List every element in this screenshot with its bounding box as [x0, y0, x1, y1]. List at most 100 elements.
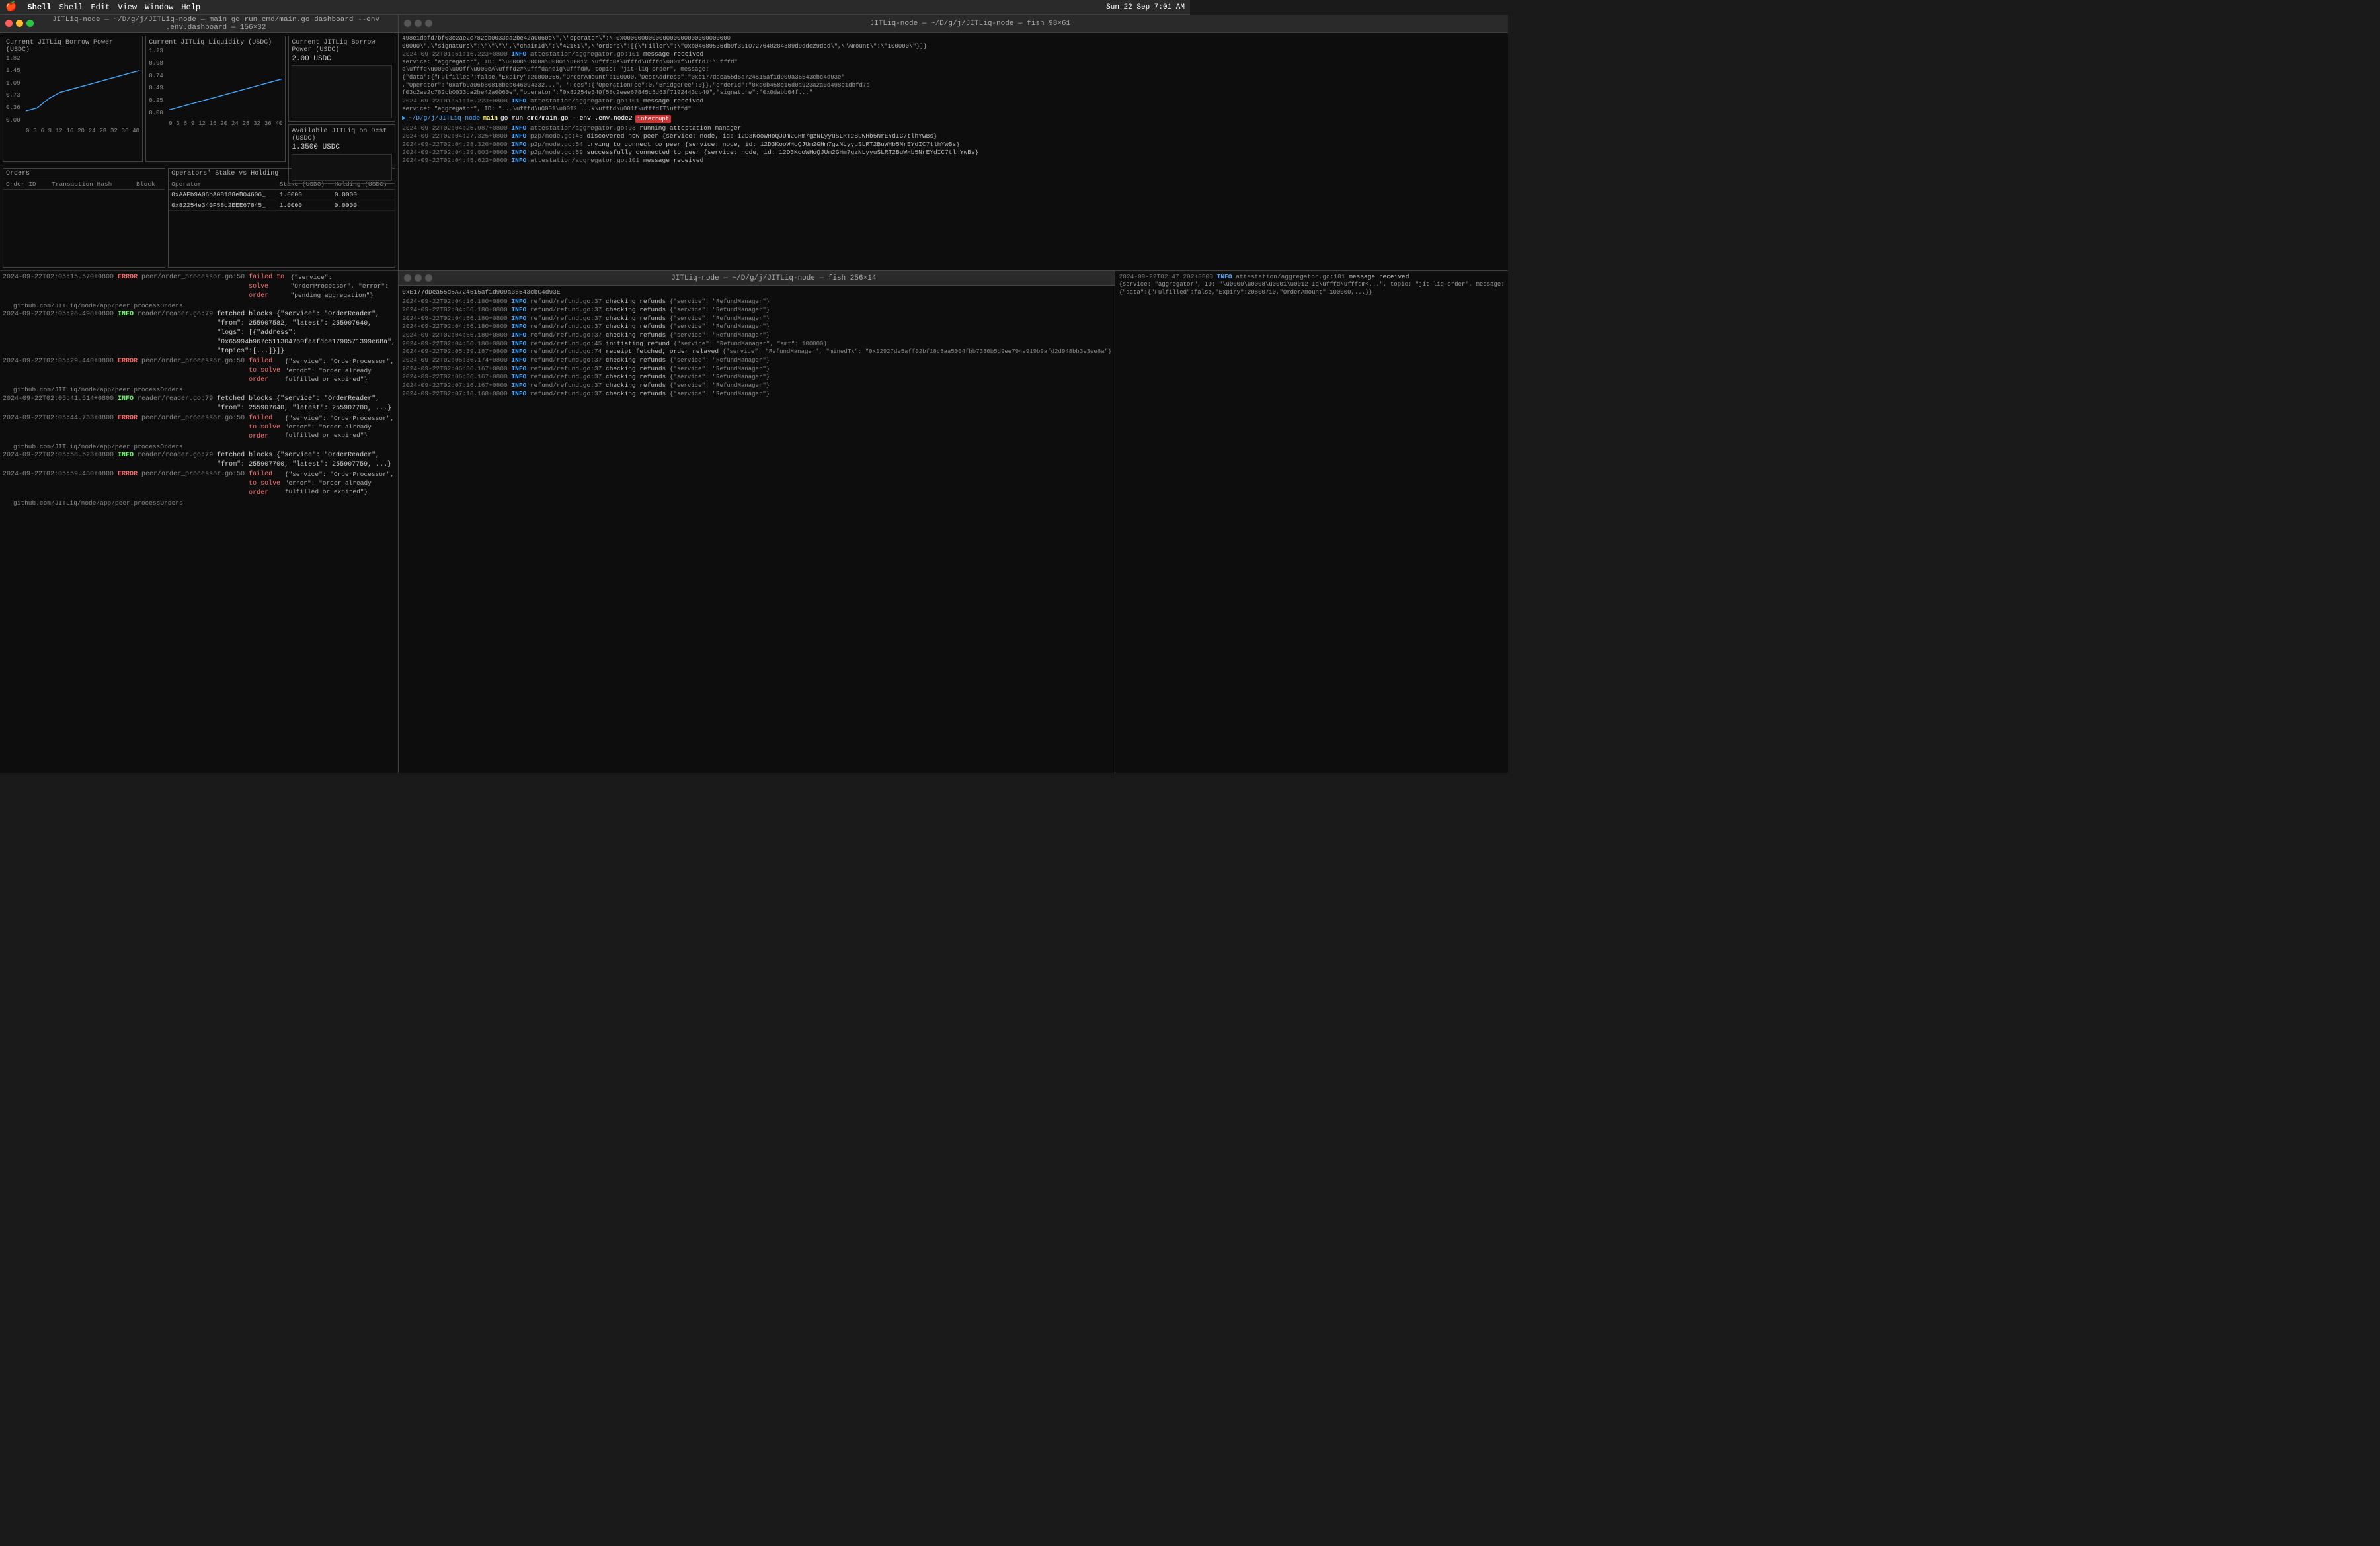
rbl-level: INFO [511, 306, 530, 313]
rbl-detail: {"service": "RefundManager"} [670, 374, 770, 380]
refund-log-line: 2024-09-22T02:04:56.180+0800 INFO refund… [402, 315, 1111, 323]
orders-table: Order ID Transaction Hash Block [3, 179, 165, 190]
right-window-title: JITLiq-node — ~/D/g/j/JITLiq-node — fish… [438, 20, 1503, 28]
br-msg: message received [1349, 273, 1409, 280]
minimize-button[interactable] [16, 20, 23, 27]
hex-line: 00000\",\"signature\":\"\"\"\",\"chainId… [402, 43, 1505, 51]
table-row: 0x82254e340F58c2EEE67845_ 1.0000 0.0000 [169, 200, 395, 211]
charts-area: Current JITLiq Borrow Power (USDC) 1.821… [0, 33, 398, 165]
rlog-level: INFO [511, 149, 530, 156]
rlog-src: attestation/aggregator.go:101 [530, 157, 643, 164]
col-operator: Operator [169, 179, 277, 190]
rlog-level: INFO [511, 132, 530, 140]
rbl-src: refund/refund.go:37 [530, 356, 606, 364]
app-name[interactable]: Shell [27, 3, 51, 12]
log-line: 2024-09-22T02:05:41.514+0800 INFO reader… [3, 395, 395, 413]
rlog-source: attestation/aggregator.go:101 [530, 50, 643, 58]
log-detail: {"service": "OrderProcessor", "error": "… [285, 470, 395, 498]
rlog-ts: 2024-09-22T02:04:28.326+0800 [402, 141, 511, 148]
chart2-title: Current JITLiq Liquidity (USDC) [149, 39, 282, 46]
rbl-level: INFO [511, 365, 530, 372]
rbl-detail: {"service": "RefundManager"} [670, 382, 770, 389]
menu-view[interactable]: View [118, 3, 137, 12]
right-minimize-button[interactable] [415, 20, 422, 27]
refund-log-line: 2024-09-22T02:04:16.180+0800 INFO refund… [402, 298, 1111, 306]
rbl-detail: {"service": "RefundManager"} [670, 298, 770, 305]
right-log-entry: f03c2ae2c782cb0033ca2be42a0060e","operat… [402, 89, 1505, 97]
rlog-msg: successfully connected to peer {service:… [586, 149, 978, 156]
chart-liquidity: Current JITLiq Liquidity (USDC) 1.230.98… [145, 36, 286, 162]
log-msg: failed to solve order [249, 470, 281, 498]
menu-shell[interactable]: Shell [59, 3, 83, 12]
rlog-level: INFO [511, 141, 530, 148]
log-msg: failed to solve order [249, 414, 281, 442]
refund-log-line: 2024-09-22T02:06:36.174+0800 INFO refund… [402, 356, 1111, 365]
col-block: Block [134, 179, 165, 190]
bl-traffic-lights [404, 274, 432, 282]
bottom-left-titlebar: JITLiq-node — ~/D/g/j/JITLiq-node — fish… [399, 271, 1115, 286]
menu-help[interactable]: Help [181, 3, 200, 12]
right-log-entry: service: "aggregator", ID: "...\ufffd\u0… [402, 106, 1505, 114]
right-log-entry: 2024-09-22T02:04:45.623+0800 INFO attest… [402, 157, 1505, 165]
menubar-right: Sun 22 Sep 7:01 AM [1106, 3, 1185, 11]
left-window-title: JITLiq-node — ~/D/g/j/JITLiq-node — main… [39, 16, 393, 32]
log-msg: fetched blocks {"service": "OrderReader"… [217, 395, 395, 413]
rbl-detail: {"service": "RefundManager"} [670, 315, 770, 322]
rlog-source: attestation/aggregator.go:101 [530, 97, 643, 104]
refund-log-line: 2024-09-22T02:06:36.167+0800 INFO refund… [402, 365, 1111, 374]
rbl-level: INFO [511, 298, 530, 305]
rbl-msg: initiating refund [606, 340, 674, 347]
chart3-value: 2.00 USDC [292, 55, 392, 63]
rbl-level: INFO [511, 331, 530, 339]
left-titlebar: JITLiq-node — ~/D/g/j/JITLiq-node — main… [0, 15, 398, 33]
rbl-src: refund/refund.go:37 [530, 298, 606, 305]
chart1-x-axis: 03691216202428323640 [26, 128, 139, 134]
rbl-msg: checking refunds [606, 323, 670, 330]
log-entry: 2024-09-22T02:05:29.440+0800 ERROR peer/… [3, 357, 395, 394]
menu-edit[interactable]: Edit [91, 3, 110, 12]
rlog-level: INFO [511, 124, 530, 132]
rbl-level: INFO [511, 356, 530, 364]
rlog-ts: 2024-09-22T02:04:45.623+0800 [402, 157, 511, 164]
bottom-left-content: 0xE177dDea55d5A724515af1d909a36543cbC4d9… [399, 286, 1115, 773]
chart3-title: Current JITLiq Borrow Power (USDC) [292, 39, 392, 54]
rbl-msg: checking refunds [606, 390, 670, 397]
log-detail: {"service": "OrderProcessor", "error": "… [285, 414, 395, 442]
log-indent: github.com/JITLiq/node/app/peer.processO… [3, 442, 395, 451]
log-line: 2024-09-22T02:05:59.430+0800 ERROR peer/… [3, 470, 395, 498]
log-msg: fetched blocks {"service": "OrderReader"… [217, 451, 395, 469]
br-log-line: 2024-09-22T02:47.202+0800 INFO attestati… [1119, 273, 1504, 281]
prompt-cmd: go run cmd/main.go --env .env.node2 [500, 114, 633, 123]
bl-maximize[interactable] [425, 274, 432, 282]
bl-close[interactable] [404, 274, 411, 282]
main-container: JITLiq-node — ~/D/g/j/JITLiq-node — main… [0, 15, 1190, 773]
traffic-lights [5, 20, 34, 27]
log-indent: github.com/JITLiq/node/app/peer.processO… [3, 386, 395, 394]
rbl-src: refund/refund.go:37 [530, 373, 606, 380]
rlog-ts: 2024-09-22T02:04:25.987+0800 [402, 124, 511, 132]
git-branch: main [483, 114, 498, 123]
log-level: INFO [118, 310, 134, 356]
log-detail: {"service": "OrderProcessor", "error": "… [291, 273, 396, 301]
rbl-src: refund/refund.go:37 [530, 390, 606, 397]
bl-minimize[interactable] [415, 274, 422, 282]
log-source: peer/order_processor.go:50 [141, 470, 245, 498]
rbl-ts: 2024-09-22T02:05:39.187+0800 [402, 348, 511, 355]
rbl-src: refund/refund.go:37 [530, 315, 606, 322]
operators-table: Operator Stake (USDC) Holding (USDC) 0xA… [169, 179, 395, 211]
chart2-x-axis: 03691216202428323640 [169, 120, 282, 127]
right-log-entry: 2024-09-22T01:51:16.223+0800 INFO attest… [402, 50, 1505, 58]
menu-window[interactable]: Window [145, 3, 173, 12]
log-detail: {"service": "OrderProcessor", "error": "… [285, 357, 395, 385]
rlog-level: INFO [511, 50, 530, 58]
br-ts: 2024-09-22T02:47.202+0800 [1119, 273, 1216, 280]
rbl-src: refund/refund.go:37 [530, 365, 606, 372]
log-source: peer/order_processor.go:50 [141, 414, 245, 442]
maximize-button[interactable] [26, 20, 34, 27]
chart-available-jitliq: Available JITLiq on Dest (USDC) 1.3500 U… [288, 124, 395, 184]
right-maximize-button[interactable] [425, 20, 432, 27]
right-close-button[interactable] [404, 20, 411, 27]
close-button[interactable] [5, 20, 13, 27]
right-log-entry: ,"Operator":"0xafb9a06b80818beb046094332… [402, 82, 1505, 90]
rbl-detail: {"service": "RefundManager"} [670, 307, 770, 313]
